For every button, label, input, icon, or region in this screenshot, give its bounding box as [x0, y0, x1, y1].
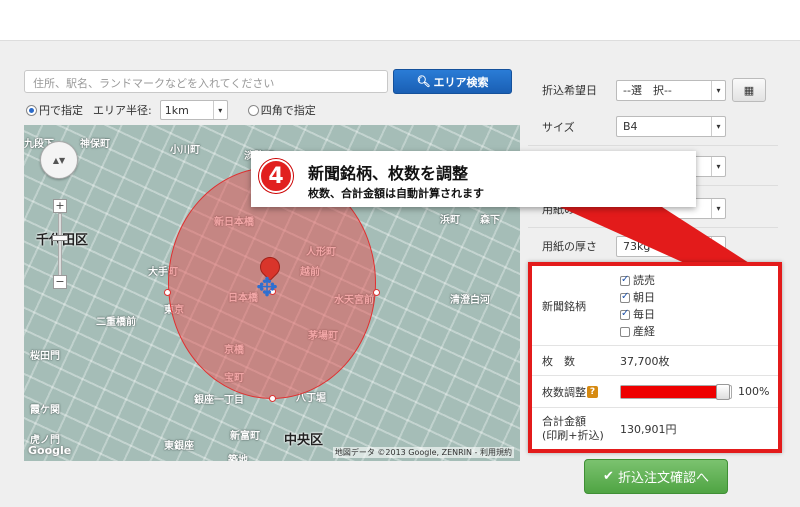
radius-label: エリア半径:: [93, 104, 152, 117]
count-value: 37,700枚: [620, 354, 670, 368]
circle-handle[interactable]: [373, 289, 380, 296]
brand-checkbox[interactable]: [620, 327, 630, 337]
newspaper-brand-item[interactable]: 毎日: [620, 306, 655, 322]
help-icon[interactable]: ?: [587, 385, 598, 398]
date-select[interactable]: --選 択-- ▾: [616, 79, 726, 101]
map-place-label: 東銀座: [164, 441, 194, 452]
map-place-label: 清澄白河: [450, 295, 490, 306]
adjust-label: 枚数調整: [542, 385, 586, 399]
confirm-order-label: 折込注文確認へ: [617, 471, 709, 486]
chevron-down-icon: ▾: [711, 80, 725, 100]
chevron-down-icon: ▾: [711, 157, 725, 176]
callout-subtitle: 枚数、合計金額は自動計算されます: [308, 187, 484, 200]
map-place-label: 神保町: [80, 139, 110, 150]
map-place-label: 森下: [480, 215, 500, 226]
zoom-in-button[interactable]: +: [53, 199, 67, 213]
adjust-row: 枚数調整 ? 100%: [532, 376, 778, 408]
check-icon: ✔: [603, 469, 614, 484]
map-place-label: 銀座一丁目: [194, 395, 244, 406]
area-search-label: エリア検索: [433, 75, 489, 89]
zoom-slider[interactable]: [58, 213, 62, 277]
top-bar: [0, 0, 800, 40]
total-sublabel: (印刷+折込): [542, 429, 604, 442]
newspaper-brand-list: 読売朝日毎日産経: [620, 272, 655, 339]
move-icon[interactable]: ✥: [252, 273, 282, 303]
count-row: 枚 数 37,700枚: [532, 346, 778, 376]
date-value: --選 択--: [623, 84, 672, 97]
adjust-slider[interactable]: [620, 383, 732, 400]
circle-radio[interactable]: [26, 104, 37, 116]
size-value: B4: [623, 120, 638, 133]
count-label: 枚 数: [542, 354, 575, 368]
brand-label: 朝日: [633, 291, 655, 304]
brand-checkbox[interactable]: [620, 274, 630, 286]
total-value: 130,901円: [620, 423, 677, 436]
confirm-order-button[interactable]: ✔ 折込注文確認へ: [584, 459, 728, 494]
chevron-down-icon: ▾: [212, 101, 227, 119]
form-row-date: 折込希望日 --選 択-- ▾ ▦: [528, 72, 778, 108]
map-place-label: 霞ケ関: [30, 405, 60, 416]
zoom-slider-thumb[interactable]: [52, 235, 68, 241]
map-place-label: 二重橋前: [96, 317, 136, 328]
chevron-down-icon: ▾: [711, 117, 725, 136]
calendar-button[interactable]: ▦: [732, 78, 766, 102]
newspaper-brand-item[interactable]: 読売: [620, 272, 655, 288]
calendar-icon: ▦: [743, 83, 755, 97]
square-label: 四角で指定: [260, 104, 316, 117]
brand-checkbox[interactable]: [620, 291, 630, 303]
area-options: 円で指定 エリア半径: 1km ▾ 四角で指定: [26, 100, 316, 120]
map-place-label: 新富町: [230, 431, 260, 442]
map-place-label: 小川町: [170, 145, 200, 156]
chevron-down-icon: ▾: [711, 199, 725, 218]
adjust-slider-thumb[interactable]: [715, 383, 730, 400]
search-input[interactable]: 住所、駅名、ランドマークなどを入れてください: [24, 70, 388, 93]
callout-title: 新聞銘柄、枚数を調整: [308, 164, 469, 183]
thickness-select[interactable]: 73kg ▾: [616, 235, 726, 257]
thickness-label: 用紙の厚さ: [542, 240, 597, 253]
newspaper-row: 新聞銘柄 読売朝日毎日産経: [532, 266, 778, 346]
square-radio[interactable]: [247, 104, 259, 116]
adjust-label-wrap: 枚数調整 ?: [532, 384, 620, 400]
newspaper-settings-box: 新聞銘柄 読売朝日毎日産経 枚 数 37,700枚 枚数調整 ? 100% 合計…: [528, 262, 782, 453]
search-icon: 🔍︎: [416, 75, 431, 88]
total-label-wrap: 合計金額 (印刷+折込): [532, 415, 620, 443]
size-label: サイズ: [542, 120, 575, 134]
adjust-percent: 100%: [738, 385, 770, 398]
circle-label: 円で指定: [39, 104, 83, 117]
circle-handle[interactable]: [164, 289, 171, 296]
zoom-out-button[interactable]: −: [53, 275, 67, 289]
adjust-slider-fill: [621, 385, 716, 398]
radius-value: 1km: [164, 103, 189, 117]
brand-label: 産経: [633, 325, 655, 338]
map-attribution[interactable]: 地図データ ©2013 Google, ZENRIN - 利用規約: [332, 447, 514, 458]
date-label: 折込希望日: [542, 84, 597, 97]
map-place-label: 浜町: [440, 215, 460, 226]
google-logo: Google: [28, 444, 72, 457]
area-search-button[interactable]: 🔍︎ エリア検索: [393, 69, 512, 94]
radius-select[interactable]: 1km ▾: [159, 100, 228, 120]
total-row: 合計金額 (印刷+折込) 130,901円: [532, 408, 778, 450]
total-label: 合計金額: [542, 415, 586, 428]
map-place-label: 桜田門: [30, 351, 60, 362]
map-place-label: 中央区: [284, 433, 324, 448]
callout: 4 新聞銘柄、枚数を調整 枚数、合計金額は自動計算されます: [251, 151, 696, 207]
pan-control-icon[interactable]: ▲▼: [40, 141, 78, 179]
thickness-value: 73kg: [623, 239, 651, 253]
brand-label: 読売: [633, 274, 655, 287]
brand-checkbox[interactable]: [620, 308, 630, 320]
form-row-size: サイズ B4 ▾: [528, 108, 778, 146]
newspaper-brand-item[interactable]: 朝日: [620, 289, 655, 305]
chevron-down-icon: ▾: [711, 236, 725, 256]
size-select[interactable]: B4 ▾: [616, 116, 726, 137]
form-row-thickness: 用紙の厚さ 73kg ▾: [528, 228, 778, 264]
newspaper-label: 新聞銘柄: [542, 299, 586, 313]
step-badge: 4: [259, 159, 293, 193]
circle-handle[interactable]: [269, 395, 276, 402]
newspaper-brand-item[interactable]: 産経: [620, 323, 655, 339]
map-place-label: 築地: [228, 455, 248, 461]
brand-label: 毎日: [633, 308, 655, 321]
